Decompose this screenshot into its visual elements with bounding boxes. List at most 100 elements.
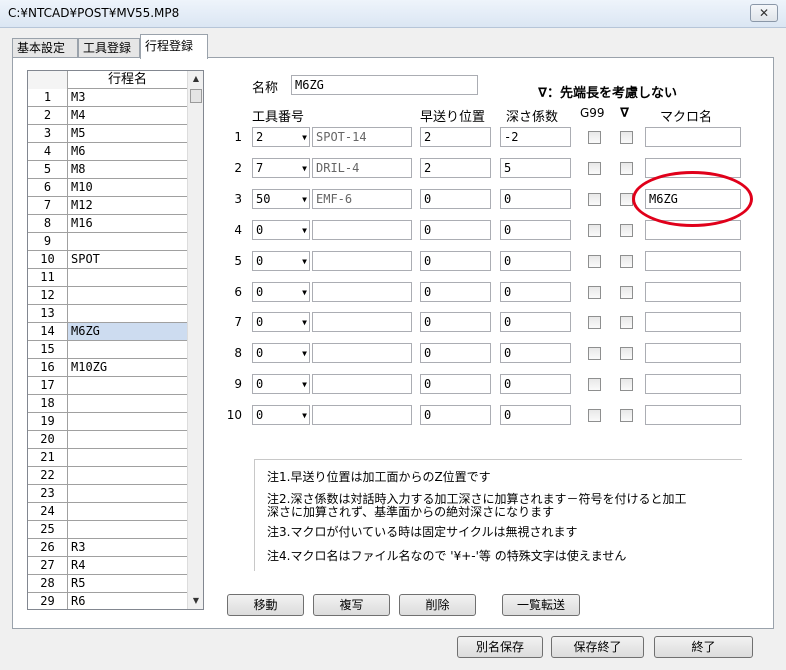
chevron-down-icon[interactable]: ▼ — [302, 314, 307, 331]
g99-checkbox[interactable] — [588, 161, 601, 175]
tool-number-select[interactable]: 0 ▼ — [252, 312, 310, 333]
g99-checkbox[interactable] — [588, 285, 601, 299]
list-item[interactable]: 9 — [28, 233, 188, 251]
depth-coefficient-input[interactable]: 0 — [500, 188, 571, 209]
depth-coefficient-input[interactable]: 0 — [500, 343, 571, 364]
tool-number-select[interactable]: 0 ▼ — [252, 250, 310, 271]
list-item[interactable]: 14 M6ZG — [28, 323, 188, 341]
macro-name-input[interactable] — [645, 312, 741, 333]
nabla-checkbox[interactable] — [620, 223, 633, 237]
rapid-position-input[interactable]: 0 — [420, 219, 491, 240]
depth-coefficient-input[interactable]: 5 — [500, 157, 571, 178]
macro-name-input[interactable] — [645, 281, 741, 302]
list-transfer-button[interactable]: 一覧転送 — [502, 594, 580, 616]
tool-number-select[interactable]: 50 ▼ — [252, 188, 310, 209]
list-item[interactable]: 18 — [28, 395, 188, 413]
list-item[interactable]: 20 — [28, 431, 188, 449]
list-item[interactable]: 25 — [28, 521, 188, 539]
rapid-position-input[interactable]: 2 — [420, 127, 491, 147]
tab-basic-settings[interactable]: 基本設定 — [12, 38, 78, 58]
tool-number-select[interactable]: 7 ▼ — [252, 157, 310, 178]
chevron-down-icon[interactable]: ▼ — [302, 129, 307, 146]
list-item[interactable]: 3 M5 — [28, 125, 188, 143]
nabla-checkbox[interactable] — [620, 131, 633, 144]
scroll-down-icon[interactable]: ▼ — [188, 593, 203, 609]
rapid-position-input[interactable]: 0 — [420, 188, 491, 209]
process-list-scrollbar[interactable]: ▲ ▼ — [187, 71, 203, 609]
copy-button[interactable]: 複写 — [313, 594, 390, 616]
macro-name-input[interactable] — [645, 405, 741, 426]
g99-checkbox[interactable] — [588, 316, 601, 330]
macro-name-input[interactable] — [645, 127, 741, 147]
exit-button[interactable]: 終了 — [654, 636, 753, 658]
list-item[interactable]: 23 — [28, 485, 188, 503]
tab-tool-registration[interactable]: 工具登録 — [78, 38, 140, 58]
list-item[interactable]: 4 M6 — [28, 143, 188, 161]
chevron-down-icon[interactable]: ▼ — [302, 407, 307, 424]
tool-number-select[interactable]: 0 ▼ — [252, 405, 310, 426]
list-item[interactable]: 6 M10 — [28, 179, 188, 197]
list-item[interactable]: 24 — [28, 503, 188, 521]
tool-number-select[interactable]: 0 ▼ — [252, 374, 310, 395]
list-item[interactable]: 19 — [28, 413, 188, 431]
tool-number-select[interactable]: 0 ▼ — [252, 281, 310, 302]
macro-name-input[interactable] — [645, 374, 741, 395]
scroll-thumb[interactable] — [190, 89, 202, 103]
list-item[interactable]: 8 M16 — [28, 215, 188, 233]
list-item[interactable]: 29 R6 — [28, 593, 188, 609]
list-item[interactable]: 11 — [28, 269, 188, 287]
list-item[interactable]: 7 M12 — [28, 197, 188, 215]
tool-number-select[interactable]: 0 ▼ — [252, 219, 310, 240]
move-button[interactable]: 移動 — [227, 594, 304, 616]
g99-checkbox[interactable] — [588, 223, 601, 237]
macro-name-input[interactable] — [645, 250, 741, 271]
list-item[interactable]: 16 M10ZG — [28, 359, 188, 377]
g99-checkbox[interactable] — [588, 254, 601, 268]
rapid-position-input[interactable]: 0 — [420, 343, 491, 364]
nabla-checkbox[interactable] — [620, 285, 633, 299]
nabla-checkbox[interactable] — [620, 161, 633, 175]
chevron-down-icon[interactable]: ▼ — [302, 222, 307, 239]
list-item[interactable]: 2 M4 — [28, 107, 188, 125]
nabla-checkbox[interactable] — [620, 409, 633, 423]
depth-coefficient-input[interactable]: 0 — [500, 405, 571, 426]
depth-coefficient-input[interactable]: 0 — [500, 312, 571, 333]
list-item[interactable]: 10 SPOT — [28, 251, 188, 269]
process-list[interactable]: 行程名 1 M3 2 M4 3 M5 4 M6 5 M8 6 M10 7 M12 8 M16 9 10 SPOT 11… — [27, 70, 204, 610]
tool-number-select[interactable]: 0 ▼ — [252, 343, 310, 364]
list-item[interactable]: 1 M3 — [28, 89, 188, 107]
g99-checkbox[interactable] — [588, 131, 601, 144]
list-item[interactable]: 27 R4 — [28, 557, 188, 575]
list-item[interactable]: 13 — [28, 305, 188, 323]
scroll-up-icon[interactable]: ▲ — [188, 71, 203, 87]
g99-checkbox[interactable] — [588, 192, 601, 206]
close-button[interactable]: ✕ — [750, 4, 778, 22]
g99-checkbox[interactable] — [588, 347, 601, 361]
nabla-checkbox[interactable] — [620, 254, 633, 268]
nabla-checkbox[interactable] — [620, 378, 633, 392]
depth-coefficient-input[interactable]: 0 — [500, 219, 571, 240]
rapid-position-input[interactable]: 0 — [420, 281, 491, 302]
g99-checkbox[interactable] — [588, 409, 601, 423]
depth-coefficient-input[interactable]: 0 — [500, 281, 571, 302]
tool-number-select[interactable]: 2 ▼ — [252, 127, 310, 147]
depth-coefficient-input[interactable]: 0 — [500, 250, 571, 271]
save-exit-button[interactable]: 保存終了 — [551, 636, 644, 658]
list-item[interactable]: 15 — [28, 341, 188, 359]
chevron-down-icon[interactable]: ▼ — [302, 253, 307, 270]
nabla-checkbox[interactable] — [620, 347, 633, 361]
list-item[interactable]: 17 — [28, 377, 188, 395]
list-item[interactable]: 21 — [28, 449, 188, 467]
macro-name-input[interactable] — [645, 343, 741, 364]
chevron-down-icon[interactable]: ▼ — [302, 345, 307, 362]
g99-checkbox[interactable] — [588, 378, 601, 392]
list-item[interactable]: 12 — [28, 287, 188, 305]
chevron-down-icon[interactable]: ▼ — [302, 376, 307, 393]
save-as-button[interactable]: 別名保存 — [457, 636, 543, 658]
rapid-position-input[interactable]: 0 — [420, 250, 491, 271]
nabla-checkbox[interactable] — [620, 316, 633, 330]
depth-coefficient-input[interactable]: 0 — [500, 374, 571, 395]
name-input[interactable]: M6ZG — [291, 75, 478, 95]
list-item[interactable]: 26 R3 — [28, 539, 188, 557]
rapid-position-input[interactable]: 0 — [420, 405, 491, 426]
